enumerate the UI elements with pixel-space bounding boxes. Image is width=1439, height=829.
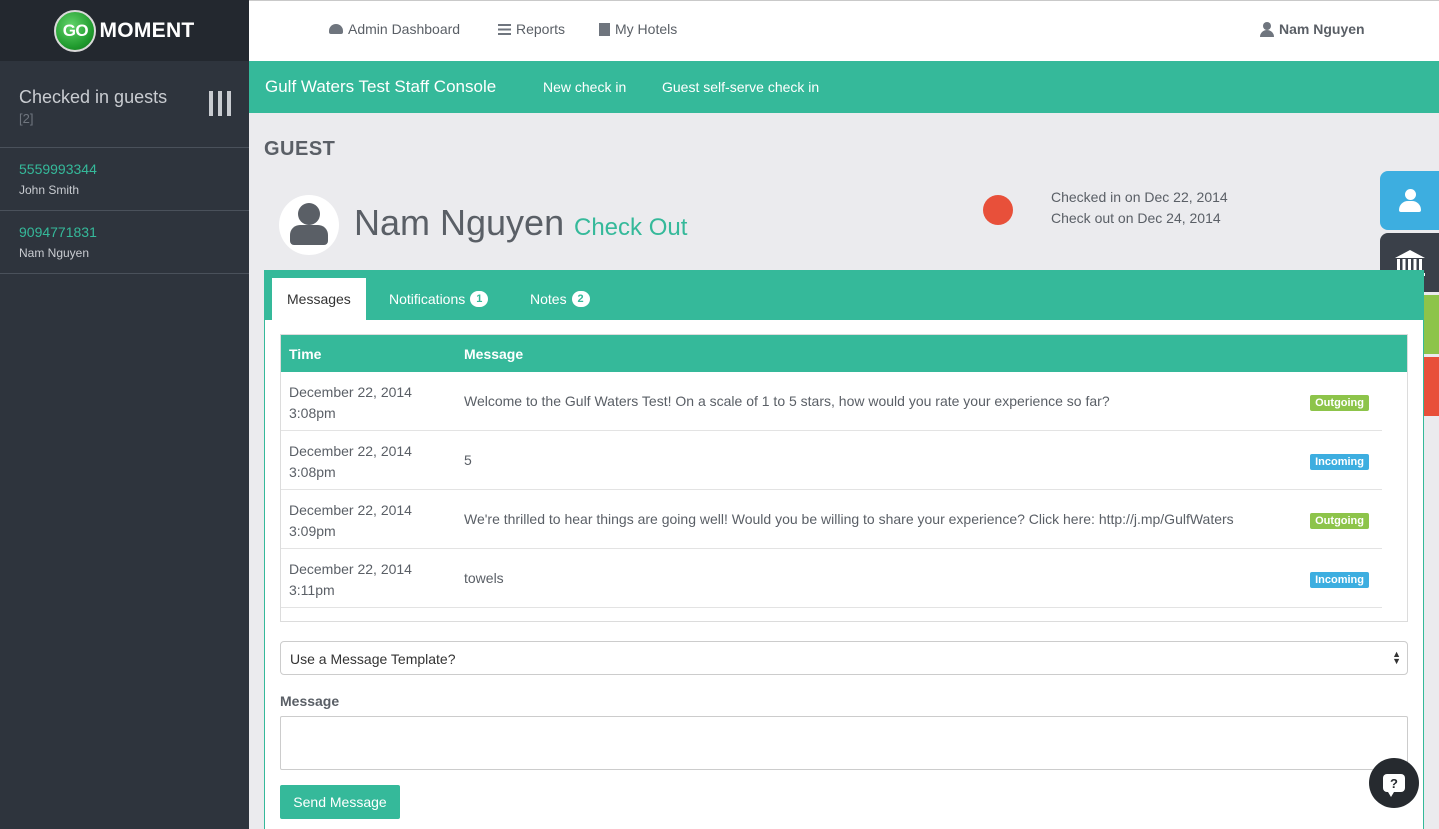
checked-in-date: Checked in on Dec 22, 2014 <box>1051 189 1228 205</box>
stay-dates: Checked in on Dec 22, 2014 Check out on … <box>1051 187 1228 229</box>
message-textarea[interactable] <box>280 716 1408 770</box>
nav-reports[interactable]: Reports <box>498 21 565 37</box>
table-row: December 22, 2014 3:08pm Welcome to the … <box>281 372 1382 431</box>
nav-admin-dashboard-label: Admin Dashboard <box>348 21 461 37</box>
row-timestamp: December 22, 2014 3:11pm <box>289 559 412 601</box>
row-timestamp: December 22, 2014 3:09pm <box>289 500 412 542</box>
help-icon: ? <box>1383 774 1405 797</box>
user-icon <box>1260 21 1274 37</box>
nav-user-menu[interactable]: Nam Nguyen <box>1260 21 1365 37</box>
console-title[interactable]: Gulf Waters Test Staff Console <box>265 77 496 97</box>
send-message-button[interactable]: Send Message <box>280 785 400 819</box>
section-title: GUEST <box>264 138 336 160</box>
guest-name: John Smith <box>19 183 80 197</box>
self-serve-check-in-link[interactable]: Guest self-serve check in <box>662 79 819 95</box>
direction-badge: Outgoing <box>1310 395 1369 411</box>
row-message: 5 <box>464 452 472 468</box>
row-time: 3:11pm <box>289 582 335 598</box>
sidebar: GO MOMENT Checked in guests [2] 55599933… <box>0 0 249 829</box>
tab-notes-label: Notes <box>530 291 567 307</box>
check-out-date: Check out on Dec 24, 2014 <box>1051 210 1221 226</box>
table-row: December 22, 2014 3:08pm 5 Incoming <box>281 431 1382 490</box>
dashboard-icon <box>329 24 343 34</box>
messages-table[interactable]: Time Message December 22, 2014 3:08pm We… <box>280 334 1408 622</box>
row-message: towels <box>464 570 504 586</box>
row-date: December 22, 2014 <box>289 443 412 459</box>
guest-name: Nam Nguyen <box>19 246 90 260</box>
tab-messages[interactable]: Messages <box>272 278 366 320</box>
guest-avatar <box>279 195 339 255</box>
nav-user-name: Nam Nguyen <box>1279 21 1365 37</box>
nav-my-hotels[interactable]: My Hotels <box>599 21 677 37</box>
direction-badge: Incoming <box>1310 454 1369 470</box>
tab-bar: Messages Notifications 1 Notes 2 <box>265 271 1423 320</box>
nav-my-hotels-label: My Hotels <box>615 21 678 37</box>
notes-count-badge: 2 <box>571 291 590 307</box>
tab-notifications[interactable]: Notifications 1 <box>389 278 489 320</box>
sidebar-toggle-icon[interactable] <box>209 91 231 116</box>
nav-reports-label: Reports <box>516 21 566 37</box>
sidebar-guest-item[interactable]: 9094771831 Nam Nguyen <box>0 211 249 274</box>
row-date: December 22, 2014 <box>289 384 412 400</box>
message-template-select[interactable]: Use a Message Template? ▲ ▼ <box>280 641 1408 675</box>
row-timestamp: December 22, 2014 3:08pm <box>289 382 412 424</box>
guest-phone[interactable]: 5559993344 <box>19 161 249 177</box>
new-check-in-link[interactable]: New check in <box>543 79 626 95</box>
template-select-value: Use a Message Template? <box>290 651 456 667</box>
direction-badge: Outgoing <box>1310 513 1369 529</box>
logo-wordmark: MOMENT <box>99 18 195 42</box>
list-icon <box>498 23 511 35</box>
tab-notifications-label: Notifications <box>389 291 466 307</box>
checked-in-header: Checked in guests [2] <box>0 61 249 148</box>
message-label: Message <box>280 693 340 709</box>
sidebar-guest-item[interactable]: 5559993344 John Smith <box>0 148 249 211</box>
table-row: December 22, 2014 3:09pm We're thrilled … <box>281 490 1382 549</box>
user-icon <box>1398 188 1421 213</box>
row-message: Welcome to the Gulf Waters Test! On a sc… <box>464 393 1110 409</box>
row-message: We're thrilled to hear things are going … <box>464 511 1234 527</box>
logo-bar: GO MOMENT <box>0 0 249 61</box>
select-arrows-icon: ▲ ▼ <box>1392 649 1401 666</box>
table-row: December 22, 2014 3:11pm towels Incoming <box>281 549 1382 608</box>
console-subnav: Gulf Waters Test Staff Console New check… <box>249 61 1439 113</box>
status-indicator <box>983 195 1013 225</box>
guest-panel: Messages Notifications 1 Notes 2 Time Me… <box>264 270 1424 829</box>
guest-phone[interactable]: 9094771831 <box>19 224 249 240</box>
help-chat-button[interactable]: ? <box>1369 758 1419 808</box>
top-navbar: Admin Dashboard Reports My Hotels Nam Ng… <box>249 0 1439 61</box>
guest-profile-button[interactable] <box>1380 171 1439 230</box>
row-time: 3:09pm <box>289 523 336 539</box>
row-date: December 22, 2014 <box>289 502 412 518</box>
tab-messages-label: Messages <box>287 291 351 307</box>
check-out-link[interactable]: Check Out <box>574 214 687 242</box>
row-timestamp: December 22, 2014 3:08pm <box>289 441 412 483</box>
guest-name-heading: Nam Nguyen <box>354 202 565 243</box>
nav-admin-dashboard[interactable]: Admin Dashboard <box>329 21 460 37</box>
messages-table-header: Time Message <box>281 335 1407 372</box>
tab-notes[interactable]: Notes 2 <box>530 278 590 320</box>
column-message: Message <box>464 346 524 362</box>
gomoment-logo[interactable]: GO MOMENT <box>54 9 195 52</box>
direction-badge: Incoming <box>1310 572 1369 588</box>
row-time: 3:08pm <box>289 405 336 421</box>
row-date: December 22, 2014 <box>289 561 412 577</box>
column-time: Time <box>289 346 322 362</box>
row-time: 3:08pm <box>289 464 336 480</box>
notifications-count-badge: 1 <box>470 291 489 307</box>
building-icon <box>599 22 610 36</box>
logo-go-badge: GO <box>54 9 97 52</box>
